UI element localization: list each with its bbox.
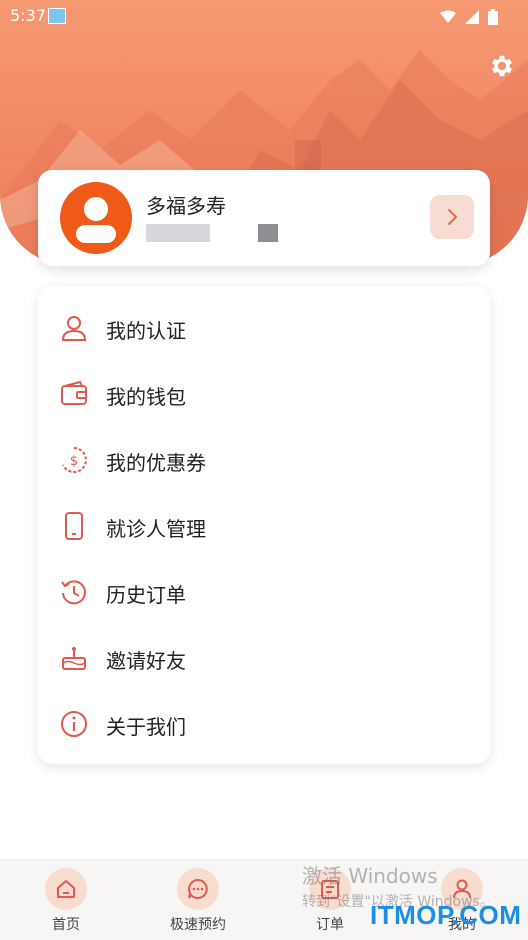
- watermark-line1: 激活 Windows: [302, 864, 438, 888]
- menu-label: 邀请好友: [106, 649, 186, 673]
- menu-item-order-history[interactable]: 历史订单: [38, 559, 490, 625]
- home-icon: [57, 880, 75, 898]
- menu-label: 就诊人管理: [106, 517, 206, 541]
- nav-tab-home[interactable]: 首页: [0, 860, 132, 940]
- menu-item-patients[interactable]: 就诊人管理: [38, 493, 490, 559]
- menu-label: 历史订单: [106, 583, 186, 607]
- menu-label: 关于我们: [106, 715, 186, 739]
- settings-button[interactable]: [488, 52, 516, 80]
- masked-block: [258, 224, 278, 242]
- status-bar: 5:37: [0, 0, 528, 30]
- menu-card: 我的认证 我的钱包 $ 我的优惠券 就诊人管理 历史订单 邀请好友 关于我们: [38, 286, 490, 764]
- menu-item-verification[interactable]: 我的认证: [38, 295, 490, 361]
- nav-label: 极速预约: [170, 917, 226, 933]
- menu-label: 我的钱包: [106, 385, 186, 409]
- battery-icon: [488, 8, 498, 25]
- menu-item-coupons[interactable]: $ 我的优惠券: [38, 427, 490, 493]
- menu-label: 我的认证: [106, 319, 186, 343]
- avatar[interactable]: [60, 182, 132, 254]
- menu-item-wallet[interactable]: 我的钱包: [38, 361, 490, 427]
- wallet-icon: [61, 380, 87, 405]
- profile-name: 多福多寿: [146, 194, 226, 218]
- info-icon: [61, 711, 87, 737]
- nav-tab-quick-booking[interactable]: 极速预约: [132, 860, 264, 940]
- wifi-icon: [439, 10, 456, 23]
- status-time: 5:37: [10, 6, 46, 25]
- person-icon: [61, 316, 87, 341]
- phone-icon: [65, 512, 83, 540]
- menu-item-about-us[interactable]: 关于我们: [38, 691, 490, 757]
- gallery-notification-icon: [48, 8, 66, 24]
- profile-card[interactable]: 多福多寿: [38, 170, 490, 266]
- coupon-icon: $: [62, 447, 87, 473]
- gear-icon: [492, 55, 512, 77]
- chat-icon: [188, 878, 208, 899]
- status-icons: [439, 6, 498, 25]
- profile-masked-id: [146, 224, 278, 242]
- cake-icon: [62, 647, 86, 670]
- signal-icon: [464, 9, 479, 24]
- masked-block: [146, 224, 210, 242]
- site-watermark: ITMOP.COM: [370, 900, 522, 930]
- chevron-right-icon: [448, 209, 458, 225]
- profile-detail-button[interactable]: [430, 195, 474, 239]
- menu-label: 我的优惠券: [106, 451, 206, 475]
- menu-item-invite-friends[interactable]: 邀请好友: [38, 625, 490, 691]
- svg-text:$: $: [70, 454, 78, 469]
- default-avatar-icon: [76, 197, 116, 243]
- nav-label: 首页: [52, 917, 80, 933]
- history-icon: [61, 580, 86, 605]
